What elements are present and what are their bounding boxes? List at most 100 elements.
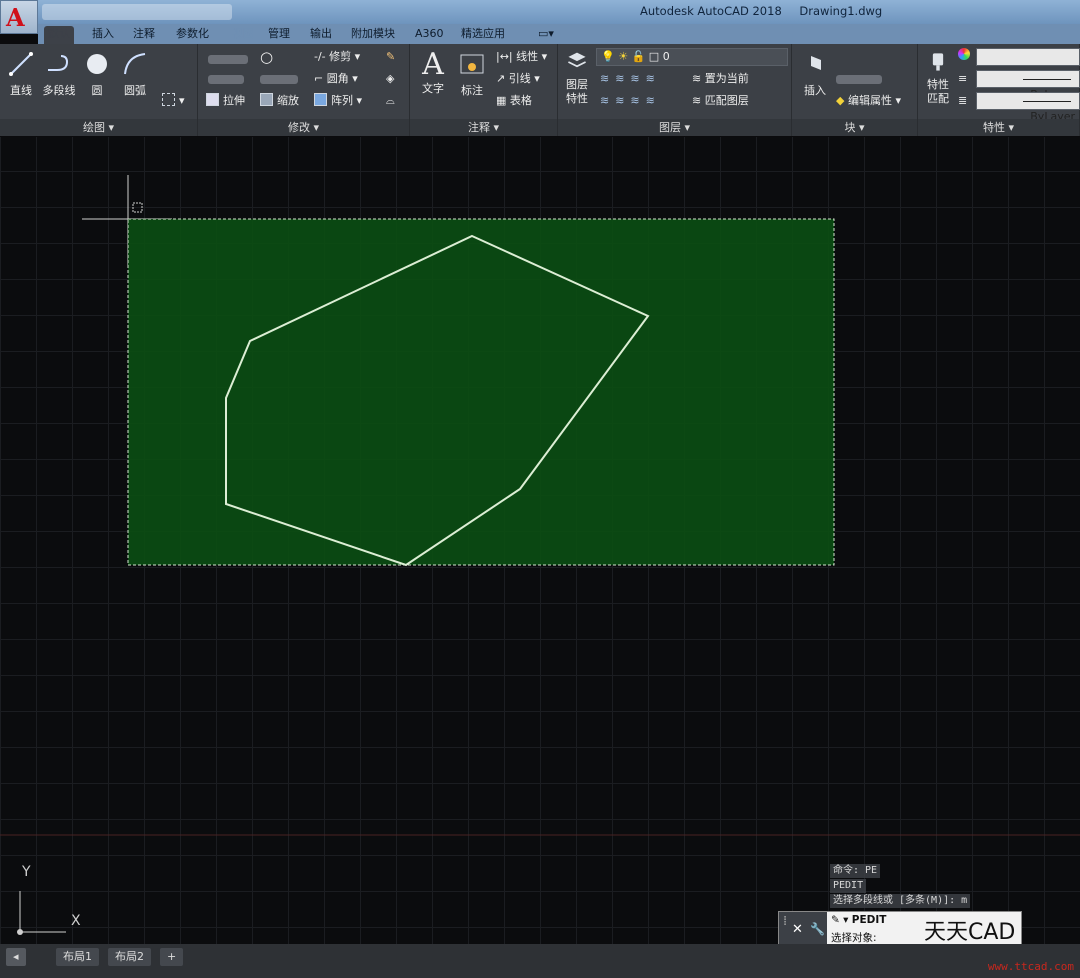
layer-tools-row1[interactable]: ≋≋≋≋ xyxy=(600,70,661,88)
text-button[interactable]: A 文字 xyxy=(418,50,448,96)
scale-icon xyxy=(260,93,273,106)
create-block-button[interactable] xyxy=(836,70,882,88)
block-panel-label: 块 xyxy=(844,121,856,134)
tab-view[interactable]: 视图 xyxy=(228,26,258,44)
trim-label: 修剪 xyxy=(329,50,352,63)
add-layout-button[interactable]: + xyxy=(160,948,184,966)
stretch-button[interactable]: 拉伸 xyxy=(206,92,245,110)
layer-tools-row2[interactable]: ≋≋≋≋ xyxy=(600,92,661,110)
sun-icon: ☀ xyxy=(618,50,629,63)
scale-button[interactable]: 缩放 xyxy=(260,92,299,110)
tab-a360[interactable]: A360 xyxy=(411,26,448,44)
rotate-button[interactable]: ○ xyxy=(260,48,273,66)
ribbon: 直线 多段线 圆 圆弧 ▾ 绘图 ▾ ○ -/- 修剪 ▾ ✎ ⌐ 圆角 ▾ ◈… xyxy=(0,44,1080,136)
annotation-panel-label: 注释 xyxy=(467,121,490,134)
lineweight-icon: ≡ xyxy=(958,72,968,85)
linetype-dropdown[interactable]: ByLayer xyxy=(976,70,1080,101)
lineweight-dropdown[interactable]: ByLayer xyxy=(976,92,1080,123)
drawing-viewport[interactable]: Y X 命令: PE PEDIT 选择多段线或 [多条(M)]: m xyxy=(0,137,1080,944)
close-icon[interactable]: ✕ xyxy=(792,922,803,937)
tab-manage[interactable]: 管理 xyxy=(264,26,294,44)
command-history-line: 选择多段线或 [多条(M)]: m xyxy=(830,894,971,908)
title-bar: Autodesk AutoCAD 2018 Drawing1.dwg xyxy=(0,0,1080,24)
color-wheel-button[interactable] xyxy=(958,48,970,66)
mirror-button[interactable] xyxy=(260,70,298,88)
properties-panel-title[interactable]: 特性 ▾ xyxy=(918,119,1079,136)
modify-panel-title[interactable]: 修改 ▾ xyxy=(198,119,409,136)
set-current-label: 置为当前 xyxy=(704,72,749,85)
layer-properties-label-2: 特性 xyxy=(566,92,588,105)
block-panel-title[interactable]: 块 ▾ xyxy=(792,119,917,136)
annotation-panel-title[interactable]: 注释 ▾ xyxy=(410,119,557,136)
leader-button[interactable]: ↗ 引线 ▾ xyxy=(496,70,540,88)
linear-icon: |↔| xyxy=(496,50,513,63)
tab-insert[interactable]: 插入 xyxy=(88,26,118,44)
command-input[interactable]: 选择对象: xyxy=(831,930,877,945)
file-name: Drawing1.dwg xyxy=(799,4,883,18)
drawing-canvas[interactable]: Y X xyxy=(0,137,1080,944)
circle-button[interactable]: 圆 xyxy=(83,50,111,98)
layer-dropdown[interactable]: 💡 ☀ 🔓 □ 0 xyxy=(596,48,788,66)
layer-properties-button[interactable]: 图层 特性 xyxy=(562,50,592,106)
match-layer-button[interactable]: ≋ 匹配图层 xyxy=(692,92,749,110)
tab-model[interactable]: ◂ xyxy=(6,948,26,966)
tab-home[interactable]: 默认 xyxy=(44,26,74,44)
line-button[interactable]: 直线 xyxy=(6,50,36,98)
annotation-panel: A 文字 标注 |↔| 线性 ▾ ↗ 引线 ▾ ▦ 表格 注释 ▾ xyxy=(410,44,558,136)
properties-panel-label: 特性 xyxy=(982,121,1005,134)
command-prompt-line: ✎ ▾ PEDIT xyxy=(831,914,887,926)
offset-button[interactable]: ⌓ xyxy=(386,92,395,110)
wrench-icon[interactable]: 🔧 xyxy=(810,922,825,936)
copy-button[interactable] xyxy=(208,70,244,88)
arc-icon xyxy=(124,53,146,75)
rectangle-button[interactable]: ▾ xyxy=(162,92,185,110)
erase-icon: ✎ xyxy=(386,50,396,63)
table-button[interactable]: ▦ 表格 xyxy=(496,92,532,110)
tab-layout2[interactable]: 布局2 xyxy=(108,948,151,966)
layer-properties-icon xyxy=(568,52,586,68)
create-block-blur xyxy=(836,74,882,84)
trim-button[interactable]: -/- 修剪 ▾ xyxy=(314,48,360,66)
command-line-controls: ⁞ ✕ 🔧 xyxy=(779,912,827,948)
insert-block-button[interactable]: 插入 xyxy=(800,50,830,98)
layers-panel-label: 图层 xyxy=(658,121,681,134)
autocad-logo-icon: A xyxy=(6,3,25,32)
draw-panel-title[interactable]: 绘图 ▾ xyxy=(0,119,197,136)
grip-icon[interactable]: ⁞ xyxy=(783,914,787,929)
properties-panel: 特性匹配 ≡ ByLayer ≣ ByLayer 特性 ▾ xyxy=(918,44,1080,136)
dimension-button[interactable]: 标注 xyxy=(456,50,488,98)
command-name: PEDIT xyxy=(851,914,887,926)
move-button[interactable] xyxy=(208,50,248,68)
tab-addins[interactable]: 附加模块 xyxy=(347,26,399,44)
ucs-icon: Y X xyxy=(17,864,81,935)
application-menu-button[interactable]: A xyxy=(0,0,38,34)
match-properties-icon xyxy=(932,53,944,71)
set-current-button[interactable]: ≋ 置为当前 xyxy=(692,70,749,88)
explode-button[interactable]: ◈ xyxy=(386,70,394,88)
quick-access-toolbar[interactable] xyxy=(42,4,232,20)
tab-output[interactable]: 输出 xyxy=(306,26,336,44)
explode-icon: ◈ xyxy=(386,72,395,85)
tab-annotate[interactable]: 注释 xyxy=(129,26,159,44)
rectangle-icon xyxy=(162,93,175,106)
lightbulb-icon: 💡 xyxy=(601,50,615,63)
array-button[interactable]: 阵列 ▾ xyxy=(314,92,362,110)
pickbox-icon xyxy=(132,202,143,213)
current-layer-name: 0 xyxy=(662,50,670,63)
layers-panel-title[interactable]: 图层 ▾ xyxy=(558,119,791,136)
polyline-button[interactable]: 多段线 xyxy=(40,50,78,98)
tab-parametric[interactable]: 参数化 xyxy=(172,26,213,44)
window-title: Autodesk AutoCAD 2018 Drawing1.dwg xyxy=(640,4,896,18)
edit-attributes-button[interactable]: ◆ 编辑属性 ▾ xyxy=(836,92,901,110)
color-dropdown[interactable] xyxy=(976,48,1080,66)
fillet-button[interactable]: ⌐ 圆角 ▾ xyxy=(314,70,358,88)
linear-button[interactable]: |↔| 线性 ▾ xyxy=(496,48,547,66)
match-layer-label: 匹配图层 xyxy=(704,94,749,107)
tab-featured-apps[interactable]: 精选应用 xyxy=(457,26,509,44)
tab-options-icon[interactable]: ▭▾ xyxy=(534,26,558,44)
erase-button[interactable]: ✎ xyxy=(386,48,395,66)
arc-button[interactable]: 圆弧 xyxy=(120,50,150,98)
leader-label: 引线 xyxy=(508,72,531,85)
match-properties-button[interactable]: 特性 匹配 xyxy=(922,50,954,106)
tab-layout1[interactable]: 布局1 xyxy=(56,948,99,966)
